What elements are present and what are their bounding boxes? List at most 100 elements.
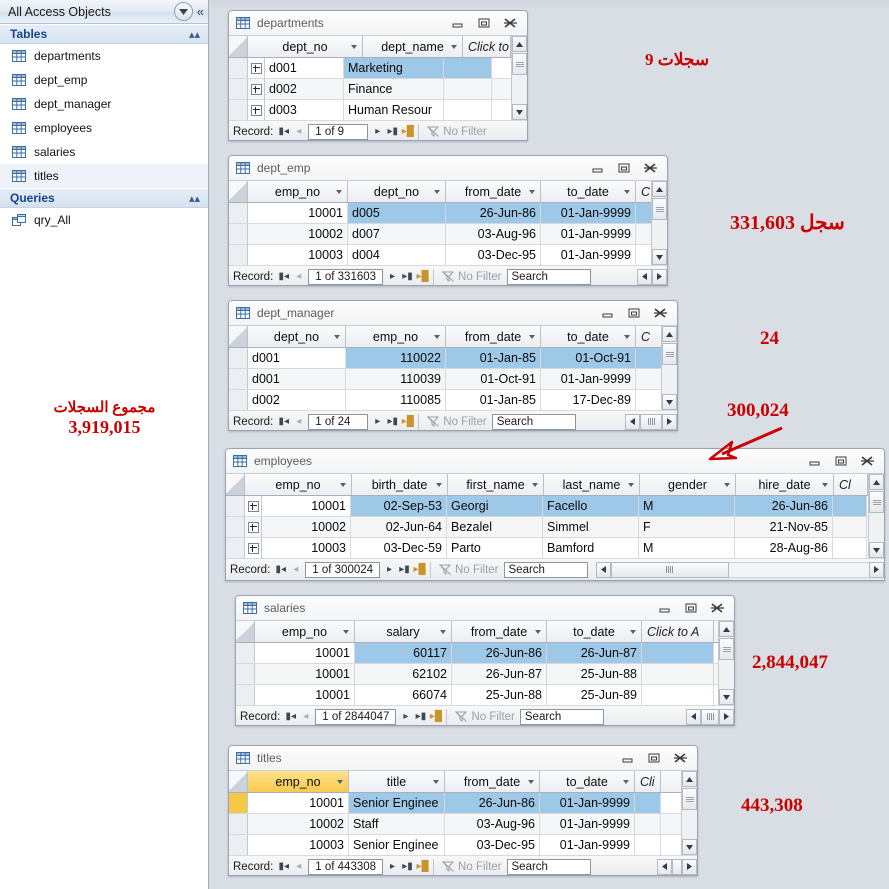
cell-dept_no[interactable]: d001	[248, 348, 346, 368]
next-record-icon[interactable]: ▸	[385, 861, 400, 872]
column-header-emp_no[interactable]: emp_no	[248, 771, 349, 792]
horizontal-scrollbar[interactable]	[595, 561, 884, 578]
column-header-from_date[interactable]: from_date	[446, 326, 541, 347]
row-selector[interactable]	[226, 538, 245, 558]
cell-birth_date[interactable]: 02-Jun-64	[351, 517, 447, 537]
column-header-click-to-add[interactable]: Cli	[635, 771, 661, 792]
cell-birth_date[interactable]: 03-Dec-59	[351, 538, 447, 558]
next-record-icon[interactable]: ▸	[398, 711, 413, 722]
table-row[interactable]: d001 110039 01-Oct-91 01-Jan-9999	[229, 369, 677, 390]
column-header-dept_name[interactable]: dept_name	[363, 36, 463, 57]
close-icon[interactable]	[854, 452, 880, 470]
row-selector[interactable]	[226, 517, 245, 537]
new-record-icon[interactable]: ▸█	[400, 126, 415, 137]
row-selector[interactable]	[229, 224, 248, 244]
first-record-icon[interactable]: ▮◂	[283, 711, 298, 722]
scrollbar-thumb[interactable]	[672, 858, 682, 875]
table-row[interactable]: d001 110022 01-Jan-85 01-Oct-91	[229, 348, 677, 369]
select-all-corner[interactable]	[229, 771, 248, 792]
cell-dept_name[interactable]: Marketing	[344, 58, 444, 78]
row-selector[interactable]	[229, 203, 248, 223]
expand-row-toggle[interactable]	[245, 496, 262, 516]
scroll-left-button[interactable]	[625, 413, 640, 430]
cell-blank[interactable]	[833, 517, 867, 537]
expand-row-toggle[interactable]	[248, 100, 265, 120]
restore-icon[interactable]	[621, 304, 647, 322]
row-selector[interactable]	[229, 814, 248, 834]
navigation-group-queries[interactable]: Queries ▴▴	[0, 188, 208, 208]
select-all-corner[interactable]	[229, 36, 248, 57]
scroll-down-button[interactable]	[662, 394, 677, 410]
column-header-dept_no[interactable]: dept_no	[248, 36, 363, 57]
row-selector[interactable]	[229, 100, 248, 120]
cell-last_name[interactable]: Simmel	[543, 517, 639, 537]
scrollbar-thumb[interactable]	[640, 413, 662, 430]
cell-blank[interactable]	[642, 664, 714, 684]
first-record-icon[interactable]: ▮◂	[273, 564, 288, 575]
expand-row-toggle[interactable]	[248, 79, 265, 99]
table-row[interactable]: 10002 d007 03-Aug-96 01-Jan-9999	[229, 224, 667, 245]
first-record-icon[interactable]: ▮◂	[276, 271, 291, 282]
sidebar-item-dept_manager[interactable]: dept_manager	[0, 92, 208, 116]
row-selector[interactable]	[229, 245, 248, 265]
cell-from_date[interactable]: 03-Dec-95	[445, 835, 540, 855]
window-title-bar[interactable]: titles	[229, 746, 697, 771]
window-title-bar[interactable]: departments	[229, 11, 527, 36]
restore-icon[interactable]	[611, 159, 637, 177]
navigation-group-tables[interactable]: Tables ▴▴	[0, 24, 208, 44]
scroll-up-button[interactable]	[662, 326, 677, 342]
cell-emp_no[interactable]: 10003	[262, 538, 351, 558]
cell-blank[interactable]	[636, 203, 652, 223]
table-row[interactable]: 10003 d004 03-Dec-95 01-Jan-9999	[229, 245, 667, 266]
close-icon[interactable]	[497, 14, 523, 32]
cell-blank[interactable]	[642, 643, 714, 663]
column-header-first_name[interactable]: first_name	[448, 474, 544, 495]
cell-to_date[interactable]: 01-Oct-91	[541, 348, 636, 368]
previous-record-icon[interactable]: ◂	[288, 564, 303, 575]
scrollbar-thumb[interactable]	[662, 343, 677, 365]
cell-from_date[interactable]: 03-Aug-96	[445, 814, 540, 834]
table-row[interactable]: 10001 60117 26-Jun-86 26-Jun-87	[236, 643, 734, 664]
scroll-right-button[interactable]	[869, 561, 884, 578]
cell-from_date[interactable]: 03-Dec-95	[446, 245, 541, 265]
minimize-icon[interactable]	[802, 452, 828, 470]
cell-to_date[interactable]: 25-Jun-89	[547, 685, 642, 705]
column-header-click-to-add[interactable]: C	[636, 326, 662, 347]
cell-gender[interactable]: M	[639, 496, 735, 516]
window-title-bar[interactable]: dept_emp	[229, 156, 667, 181]
first-record-icon[interactable]: ▮◂	[276, 126, 291, 137]
scroll-down-button[interactable]	[652, 249, 667, 265]
cell-blank[interactable]	[636, 369, 662, 389]
row-selector[interactable]	[229, 835, 248, 855]
next-record-icon[interactable]: ▸	[370, 416, 385, 427]
vertical-scrollbar[interactable]	[718, 621, 734, 705]
record-position-field[interactable]: 1 of 331603	[308, 268, 384, 285]
new-record-icon[interactable]: ▸█	[415, 861, 430, 872]
cell-to_date[interactable]: 01-Jan-9999	[540, 814, 635, 834]
cell-to_date[interactable]: 01-Jan-9999	[540, 793, 635, 813]
search-input[interactable]: Search	[503, 561, 588, 578]
cell-dept_no[interactable]: d001	[265, 58, 344, 78]
sidebar-item-dept_emp[interactable]: dept_emp	[0, 68, 208, 92]
column-header-from_date[interactable]: from_date	[445, 771, 540, 792]
next-record-icon[interactable]: ▸	[385, 271, 400, 282]
window-title-bar[interactable]: dept_manager	[229, 301, 677, 326]
filter-status[interactable]: No Filter	[434, 564, 503, 576]
column-header-hire_date[interactable]: hire_date	[736, 474, 834, 495]
table-row[interactable]: 10001 Senior Enginee 26-Jun-86 01-Jan-99…	[229, 793, 697, 814]
scroll-up-button[interactable]	[869, 474, 884, 490]
scroll-right-button[interactable]	[652, 268, 667, 285]
cell-blank[interactable]	[635, 793, 661, 813]
horizontal-scrollbar[interactable]	[625, 413, 677, 430]
expand-row-toggle[interactable]	[248, 58, 265, 78]
window-title-bar[interactable]: salaries	[236, 596, 734, 621]
cell-blank[interactable]	[444, 58, 492, 78]
table-row[interactable]: 10003 Senior Enginee 03-Dec-95 01-Jan-99…	[229, 835, 697, 856]
cell-from_date[interactable]: 25-Jun-88	[452, 685, 547, 705]
chevron-up-icon[interactable]: ▴▴	[189, 192, 200, 205]
new-record-icon[interactable]: ▸█	[400, 416, 415, 427]
sidebar-item-employees[interactable]: employees	[0, 116, 208, 140]
last-record-icon[interactable]: ▸▮	[385, 416, 400, 427]
cell-emp_no[interactable]: 110039	[346, 369, 446, 389]
cell-blank[interactable]	[444, 79, 492, 99]
